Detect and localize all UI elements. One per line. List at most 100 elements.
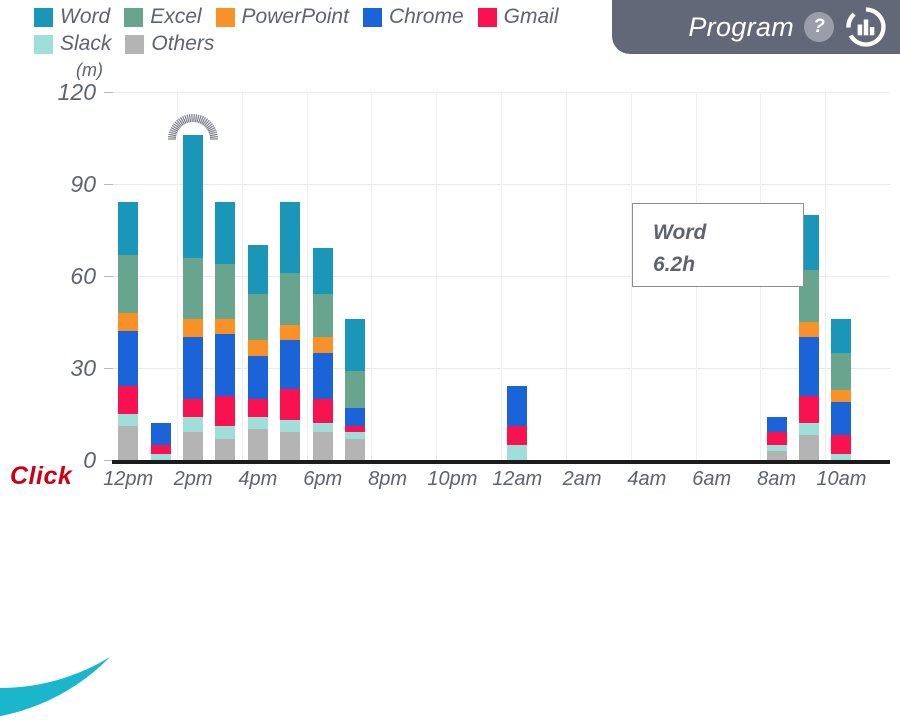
bar-segment-chrome[interactable] bbox=[183, 337, 203, 398]
bar-segment-slack[interactable] bbox=[183, 417, 203, 432]
bar-segment-word[interactable] bbox=[215, 202, 235, 263]
legend-item-slack[interactable]: Slack bbox=[34, 32, 111, 56]
bar-segment-others[interactable] bbox=[313, 432, 333, 460]
legend-swatch-icon bbox=[125, 35, 144, 54]
help-button[interactable]: ? bbox=[804, 12, 834, 42]
bar-column[interactable] bbox=[248, 245, 268, 460]
bar-column[interactable] bbox=[767, 417, 787, 460]
bar-segment-powerpoint[interactable] bbox=[248, 340, 268, 355]
bar-segment-others[interactable] bbox=[118, 426, 138, 460]
bar-segment-others[interactable] bbox=[215, 439, 235, 460]
bar-segment-chrome[interactable] bbox=[831, 402, 851, 436]
bar-segment-others[interactable] bbox=[248, 429, 268, 460]
bar-column[interactable] bbox=[831, 319, 851, 460]
bar-segment-powerpoint[interactable] bbox=[215, 319, 235, 334]
bar-segment-excel[interactable] bbox=[280, 273, 300, 325]
bar-segment-powerpoint[interactable] bbox=[831, 390, 851, 402]
bar-segment-excel[interactable] bbox=[215, 264, 235, 319]
bar-segment-others[interactable] bbox=[280, 432, 300, 460]
bar-column[interactable] bbox=[118, 202, 138, 460]
bar-segment-excel[interactable] bbox=[118, 255, 138, 313]
gridline-vertical bbox=[177, 92, 178, 460]
bar-column[interactable] bbox=[183, 135, 203, 460]
y-axis-tick bbox=[104, 92, 113, 93]
bar-segment-powerpoint[interactable] bbox=[313, 337, 333, 352]
legend-item-word[interactable]: Word bbox=[34, 5, 110, 29]
bar-segment-slack[interactable] bbox=[280, 420, 300, 432]
bar-segment-powerpoint[interactable] bbox=[183, 319, 203, 337]
program-header-bar: Program ? bbox=[612, 0, 900, 54]
bar-segment-gmail[interactable] bbox=[799, 396, 819, 424]
bar-chart-circle-icon[interactable] bbox=[846, 7, 886, 47]
click-hint-label[interactable]: Click bbox=[10, 462, 72, 491]
bar-segment-others[interactable] bbox=[183, 432, 203, 460]
bar-segment-excel[interactable] bbox=[313, 294, 333, 337]
bar-column[interactable] bbox=[313, 248, 333, 460]
bar-segment-word[interactable] bbox=[313, 248, 333, 294]
bar-segment-slack[interactable] bbox=[799, 423, 819, 435]
bar-segment-slack[interactable] bbox=[831, 454, 851, 460]
bar-segment-gmail[interactable] bbox=[507, 426, 527, 444]
bar-segment-word[interactable] bbox=[831, 319, 851, 353]
bar-segment-slack[interactable] bbox=[248, 417, 268, 429]
legend-item-powerpoint[interactable]: PowerPoint bbox=[216, 5, 349, 29]
legend-label: Gmail bbox=[504, 5, 559, 29]
bar-segment-gmail[interactable] bbox=[151, 445, 171, 454]
bar-segment-gmail[interactable] bbox=[831, 435, 851, 453]
y-axis-tick bbox=[104, 184, 113, 185]
x-axis-label: 4am bbox=[612, 468, 682, 491]
bar-segment-excel[interactable] bbox=[345, 371, 365, 408]
bar-segment-others[interactable] bbox=[767, 451, 787, 460]
bar-segment-gmail[interactable] bbox=[280, 389, 300, 420]
bar-column[interactable] bbox=[507, 386, 527, 460]
bar-segment-slack[interactable] bbox=[313, 423, 333, 432]
bar-segment-gmail[interactable] bbox=[215, 396, 235, 427]
bar-segment-powerpoint[interactable] bbox=[280, 325, 300, 340]
bar-segment-gmail[interactable] bbox=[767, 432, 787, 444]
bar-segment-gmail[interactable] bbox=[313, 399, 333, 424]
bar-segment-slack[interactable] bbox=[215, 426, 235, 438]
bar-segment-powerpoint[interactable] bbox=[799, 322, 819, 337]
bar-segment-chrome[interactable] bbox=[799, 337, 819, 395]
bar-segment-excel[interactable] bbox=[183, 258, 203, 319]
bar-segment-gmail[interactable] bbox=[118, 386, 138, 414]
bar-segment-slack[interactable] bbox=[118, 414, 138, 426]
bar-segment-chrome[interactable] bbox=[248, 356, 268, 399]
bar-segment-chrome[interactable] bbox=[767, 417, 787, 432]
legend-swatch-icon bbox=[363, 8, 382, 27]
bar-segment-others[interactable] bbox=[799, 435, 819, 460]
bar-segment-slack[interactable] bbox=[507, 445, 527, 460]
legend-label: Chrome bbox=[389, 5, 464, 29]
tooltip-callout[interactable]: Word 6.2h bbox=[632, 203, 804, 287]
app-root: 0306090120(m)12pm2pm4pm6pm8pm10pm12am2am… bbox=[0, 0, 900, 500]
legend-item-gmail[interactable]: Gmail bbox=[478, 5, 559, 29]
bar-segment-word[interactable] bbox=[118, 202, 138, 254]
bar-segment-chrome[interactable] bbox=[280, 340, 300, 389]
bar-segment-gmail[interactable] bbox=[248, 399, 268, 417]
bar-segment-chrome[interactable] bbox=[215, 334, 235, 395]
bar-segment-chrome[interactable] bbox=[118, 331, 138, 386]
legend-item-others[interactable]: Others bbox=[125, 32, 214, 56]
bar-segment-word[interactable] bbox=[248, 245, 268, 294]
bar-segment-powerpoint[interactable] bbox=[118, 313, 138, 331]
bar-column[interactable] bbox=[345, 319, 365, 460]
bar-segment-chrome[interactable] bbox=[345, 408, 365, 426]
bar-segment-excel[interactable] bbox=[248, 294, 268, 340]
legend-item-excel[interactable]: Excel bbox=[124, 5, 201, 29]
bar-column[interactable] bbox=[280, 202, 300, 460]
bar-segment-word[interactable] bbox=[183, 135, 203, 258]
bar-segment-excel[interactable] bbox=[831, 353, 851, 390]
legend-label: Excel bbox=[150, 5, 201, 29]
x-axis-label: 12pm bbox=[93, 468, 163, 491]
bar-segment-chrome[interactable] bbox=[507, 386, 527, 426]
bar-segment-gmail[interactable] bbox=[183, 399, 203, 417]
bar-segment-chrome[interactable] bbox=[313, 353, 333, 399]
bar-segment-word[interactable] bbox=[280, 202, 300, 273]
bar-segment-word[interactable] bbox=[345, 319, 365, 371]
bar-column[interactable] bbox=[215, 202, 235, 460]
bar-column[interactable] bbox=[151, 423, 171, 460]
bar-segment-slack[interactable] bbox=[151, 454, 171, 460]
legend-item-chrome[interactable]: Chrome bbox=[363, 5, 464, 29]
bar-segment-others[interactable] bbox=[345, 439, 365, 460]
bar-segment-chrome[interactable] bbox=[151, 423, 171, 444]
